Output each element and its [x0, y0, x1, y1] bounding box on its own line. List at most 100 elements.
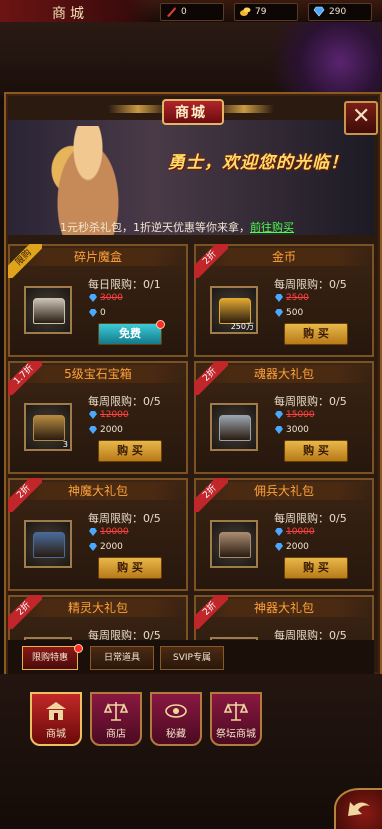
altar-scales-icon: [224, 702, 248, 721]
discount-badge: 2折: [8, 478, 42, 512]
treasure-chest-icon: [33, 415, 65, 441]
nav-treasure-label: 秘藏: [166, 729, 186, 740]
notification-dot: [156, 320, 165, 329]
limit-value: 0/5: [329, 395, 347, 408]
purchase-limit: 每日限购：0/1: [88, 276, 161, 292]
shop-item-card[interactable]: 碎片魔盒 限购 每日限购：0/1 3000 0 免费: [8, 244, 188, 357]
limit-label: 每日限购：: [88, 278, 143, 291]
limit-value: 0/5: [143, 395, 161, 408]
discount-badge: 2折: [194, 244, 228, 278]
diamond-icon: [89, 309, 97, 317]
diamond-icon: [275, 294, 283, 302]
close-button[interactable]: ✕: [344, 101, 378, 135]
original-price: 15000: [286, 410, 315, 420]
shop-item-card[interactable]: 5级宝石宝箱 1.7折 3 每周限购：0/5 12000 2000 购 买: [8, 361, 188, 474]
treasure-chest-icon: [219, 415, 251, 441]
limit-label: 每周限购：: [88, 629, 143, 640]
shop-item-card[interactable]: 神器大礼包2折每周限购：0/510000: [194, 595, 374, 640]
tab-svip[interactable]: SVIP专属: [160, 646, 224, 670]
limit-label: 每周限购：: [88, 395, 143, 408]
buy-button[interactable]: 购 买: [284, 557, 348, 579]
discount-badge-text: 1.7折: [8, 361, 42, 395]
nav-store-label: 商店: [106, 729, 126, 740]
discount-badge: 2折: [194, 361, 228, 395]
item-thumbnail[interactable]: [210, 403, 258, 451]
discount-badge-text: 限购: [8, 244, 42, 278]
item-grid[interactable]: 碎片魔盒 限购 每日限购：0/1 3000 0 免费 金币 2折 250万 每周限购：0/5 250…: [8, 244, 374, 640]
treasure-chest-icon: [219, 532, 251, 558]
buy-button[interactable]: 购 买: [284, 323, 348, 345]
mall-icon: [46, 702, 66, 720]
purchase-limit: 每周限购：0/5: [274, 627, 347, 640]
limit-value: 0/5: [329, 512, 347, 525]
eye-icon: [165, 704, 187, 718]
back-button[interactable]: [334, 788, 382, 829]
discount-badge: 2折: [194, 478, 228, 512]
discount-badge: 限购: [8, 244, 42, 278]
purchase-limit: 每周限购：0/5: [88, 510, 161, 526]
limit-label: 每周限购：: [274, 395, 329, 408]
original-price: 10000: [286, 527, 315, 537]
shop-item-card[interactable]: 金币 2折 250万 每周限购：0/5 2500 500 购 买: [194, 244, 374, 357]
sale-price: 2000: [286, 542, 309, 552]
item-thumbnail[interactable]: [24, 286, 72, 334]
diamond-icon: [89, 411, 97, 419]
shop-item-card[interactable]: 魂器大礼包 2折 每周限购：0/5 15000 3000 购 买: [194, 361, 374, 474]
shop-item-card[interactable]: 佣兵大礼包 2折 每周限购：0/5 10000 2000 购 买: [194, 478, 374, 591]
tab-daily-items[interactable]: 日常道具: [90, 646, 154, 670]
discount-badge-text: 2折: [194, 361, 228, 395]
banner-welcome-text: 勇士，欢迎您的光临！: [168, 153, 348, 173]
shop-header-tab: 商城: [0, 0, 155, 22]
shop-header-label: 商城: [52, 6, 88, 22]
diamond-icon: [275, 426, 283, 434]
shop-item-card[interactable]: 神魔大礼包 2折 每周限购：0/5 10000 2000 购 买: [8, 478, 188, 591]
shop-item-card[interactable]: 精灵大礼包2折每周限购：0/510000: [8, 595, 188, 640]
gold-value: 79: [255, 7, 267, 17]
original-price: 3000: [100, 293, 123, 303]
discount-badge-text: 2折: [194, 595, 228, 629]
banner-desc-text: 1元秒杀礼包，1折逆天优惠等你来拿，: [60, 221, 250, 234]
top-bar: 商城 0 79 290: [0, 0, 382, 23]
discount-badge: 2折: [8, 595, 42, 629]
sale-price: 3000: [286, 425, 309, 435]
item-thumbnail[interactable]: [210, 520, 258, 568]
purchase-limit: 每周限购：0/5: [88, 627, 161, 640]
purchase-limit: 每周限购：0/5: [274, 393, 347, 409]
nav-mall[interactable]: 商城: [30, 692, 82, 746]
discount-badge-text: 2折: [8, 595, 42, 629]
buy-button[interactable]: 购 买: [284, 440, 348, 462]
limit-value: 0/5: [329, 629, 347, 640]
item-thumbnail[interactable]: 3: [24, 403, 72, 451]
item-thumbnail[interactable]: 250万: [210, 286, 258, 334]
tab-limited-offers[interactable]: 限购特惠: [22, 646, 78, 670]
stamina-value: 0: [181, 7, 187, 17]
nav-treasure[interactable]: 秘藏: [150, 692, 202, 746]
discount-badge: 1.7折: [8, 361, 42, 395]
purchase-limit: 每周限购：0/5: [274, 510, 347, 526]
limit-label: 每周限购：: [274, 278, 329, 291]
nav-altar-mall[interactable]: 祭坛商城: [210, 692, 262, 746]
buy-button[interactable]: 购 买: [98, 440, 162, 462]
stamina-icon: [167, 7, 176, 17]
gold-coins-icon: [240, 7, 251, 16]
item-quantity: 3: [62, 440, 68, 449]
free-claim-button[interactable]: 免费: [98, 323, 162, 345]
tab-notification-dot: [74, 644, 83, 653]
gold-counter: 79: [234, 3, 298, 21]
item-thumbnail[interactable]: [24, 520, 72, 568]
buy-button[interactable]: 购 买: [98, 557, 162, 579]
limit-label: 每周限购：: [274, 629, 329, 640]
diamond-icon: [89, 426, 97, 434]
nav-store[interactable]: 商店: [90, 692, 142, 746]
scales-icon: [104, 702, 128, 721]
diamond-counter: 290: [308, 3, 372, 21]
stamina-counter: 0: [160, 3, 224, 21]
limit-value: 0/5: [329, 278, 347, 291]
diamond-icon: [275, 528, 283, 536]
go-buy-link[interactable]: 前往购买: [250, 221, 294, 234]
sale-price: 500: [286, 308, 304, 318]
discount-badge-text: 2折: [194, 478, 228, 512]
sale-price: 2000: [100, 425, 123, 435]
diamond-icon: [275, 411, 283, 419]
diamond-icon: [313, 6, 325, 17]
